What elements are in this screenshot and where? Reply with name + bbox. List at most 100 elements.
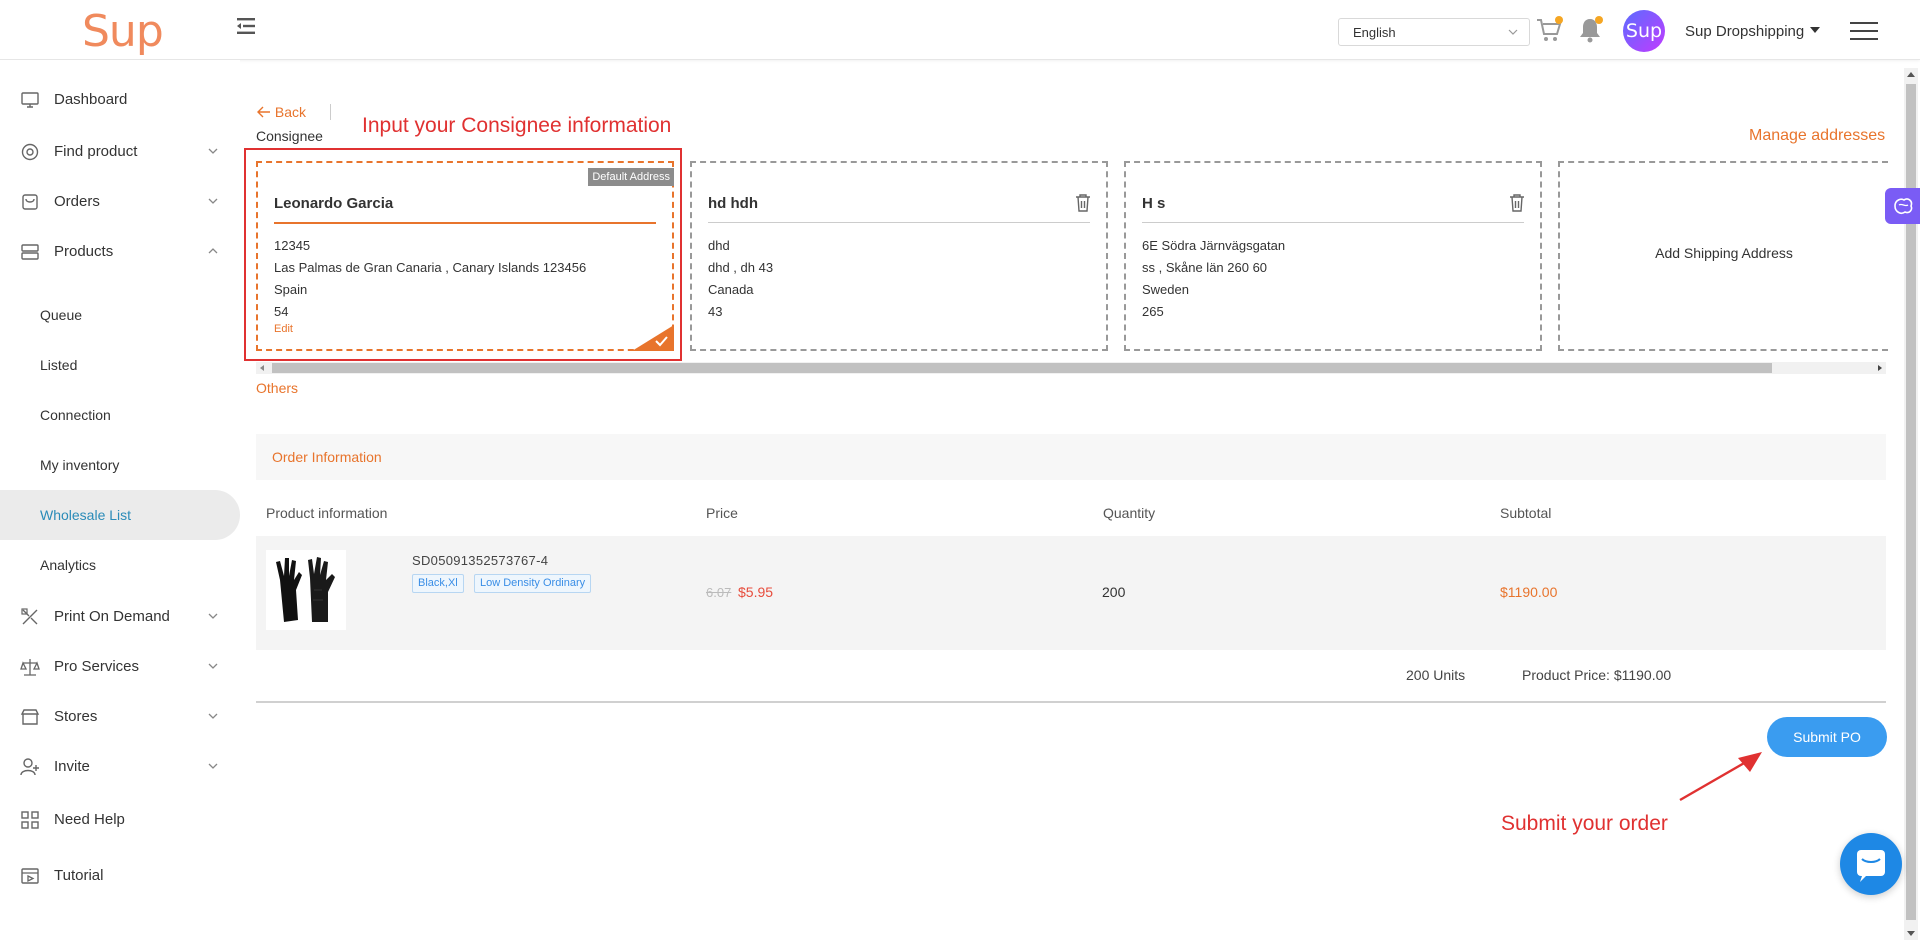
- address-lines: 6E Södra Järnvägsgatan ss , Skåne län 26…: [1142, 238, 1286, 319]
- video-icon: [21, 868, 39, 884]
- column-header-product: Product information: [266, 505, 388, 521]
- add-shipping-address-label: Add Shipping Address: [1655, 245, 1793, 261]
- logo[interactable]: Sup: [82, 6, 164, 57]
- sidebar-item-tutorial[interactable]: Tutorial: [0, 854, 240, 898]
- sidebar-item-find-product[interactable]: Find product: [0, 130, 240, 174]
- chevron-down-icon: [208, 613, 218, 619]
- variant-tag: Low Density Ordinary: [474, 574, 592, 593]
- annotation-consignee: Input your Consignee information: [362, 114, 672, 137]
- address-lines: dhd dhd , dh 43 Canada 43: [708, 238, 774, 319]
- total-units: 200 Units: [1406, 667, 1466, 683]
- subtotal-value: $1190.00: [1500, 584, 1558, 600]
- trash-icon[interactable]: [1508, 193, 1526, 213]
- sidebar-subitem-listed[interactable]: Listed: [0, 340, 240, 390]
- hamburger-menu-icon[interactable]: [1850, 22, 1878, 42]
- sidebar-subitem-queue[interactable]: Queue: [0, 290, 240, 340]
- arrow-left-icon: [257, 106, 270, 118]
- sidebar-item-stores[interactable]: Stores: [0, 695, 240, 739]
- scrollbar-thumb[interactable]: [272, 363, 1772, 373]
- annotation-arrow-icon: [1679, 752, 1762, 802]
- scroll-down-icon[interactable]: [1907, 931, 1915, 936]
- address-divider: [708, 222, 1090, 223]
- sidebar-item-print-on-demand[interactable]: Print On Demand: [0, 595, 240, 639]
- sidebar-subitem-analytics[interactable]: Analytics: [0, 540, 240, 590]
- scroll-up-icon[interactable]: [1907, 72, 1915, 77]
- address-card[interactable]: H s 6E Södra Järnvägsgatan ss , Skåne lä…: [1124, 161, 1542, 351]
- chevron-down-icon: [208, 713, 218, 719]
- product-price-total: Product Price: $1190.00: [1522, 667, 1672, 683]
- chevron-down-icon: [208, 663, 218, 669]
- sidebar-item-dashboard[interactable]: Dashboard: [0, 78, 240, 122]
- avatar[interactable]: Sup: [1623, 10, 1665, 52]
- variant-tag: Black,Xl: [412, 574, 464, 593]
- selected-check-icon: [632, 325, 674, 351]
- chevron-up-icon: [208, 248, 218, 254]
- address-lines: 12345 Las Palmas de Gran Canaria , Canar…: [274, 238, 587, 319]
- notification-button[interactable]: [1577, 16, 1607, 46]
- scroll-right-icon[interactable]: [1878, 365, 1882, 371]
- sidebar: Dashboard Find product Orders Products Q…: [0, 60, 240, 945]
- consignee-label: Consignee: [256, 128, 323, 144]
- cart-notification-dot: [1555, 16, 1563, 24]
- box-icon: [21, 244, 39, 260]
- sidebar-subitem-my-inventory[interactable]: My inventory: [0, 440, 240, 490]
- default-address-badge: Default Address: [588, 168, 674, 186]
- cart-button[interactable]: [1535, 16, 1565, 46]
- divider: [330, 104, 331, 120]
- address-card[interactable]: hd hdh dhd dhd , dh 43 Canada 43: [690, 161, 1108, 351]
- top-header: Sup English Sup Sup Dropshipping: [0, 0, 1920, 60]
- address-name: hd hdh: [708, 195, 758, 212]
- quantity-value: 200: [1102, 584, 1126, 600]
- address-divider: [1142, 222, 1524, 223]
- back-link[interactable]: Back: [257, 104, 306, 120]
- user-add-icon: [20, 758, 39, 776]
- address-name: H s: [1142, 195, 1166, 212]
- user-menu[interactable]: Sup Dropshipping: [1685, 23, 1821, 40]
- side-widget-tab[interactable]: [1885, 188, 1920, 224]
- column-header-price: Price: [706, 505, 738, 521]
- address-name: Leonardo Garcia: [274, 195, 394, 212]
- chevron-down-icon: [208, 148, 218, 154]
- divider: [256, 701, 1886, 703]
- chat-widget-button[interactable]: [1840, 833, 1902, 895]
- bag-icon: [22, 194, 38, 210]
- original-price: 6.07: [706, 585, 732, 600]
- search-icon: [21, 143, 39, 161]
- chevron-down-icon: [208, 763, 218, 769]
- edit-address-link[interactable]: Edit: [274, 323, 293, 335]
- chat-icon: [1857, 850, 1885, 882]
- collapse-menu-icon[interactable]: [234, 14, 258, 38]
- brush-icon: [21, 608, 38, 625]
- scroll-left-icon[interactable]: [260, 365, 264, 371]
- user-name: Sup Dropshipping: [1685, 23, 1805, 40]
- sidebar-subitem-wholesale-list[interactable]: Wholesale List: [0, 490, 240, 540]
- annotation-submit: Submit your order: [1501, 812, 1668, 835]
- sidebar-item-orders[interactable]: Orders: [0, 180, 240, 224]
- address-card-default[interactable]: Default Address Leonardo Garcia 12345 La…: [256, 161, 674, 351]
- language-select[interactable]: English: [1338, 18, 1530, 46]
- column-header-quantity: Quantity: [1103, 505, 1156, 521]
- sidebar-item-need-help[interactable]: Need Help: [0, 798, 240, 842]
- language-value: English: [1353, 25, 1396, 40]
- add-shipping-address-card[interactable]: Add Shipping Address: [1558, 161, 1888, 351]
- unit-price: $5.95: [738, 584, 774, 600]
- sidebar-item-products[interactable]: Products: [0, 230, 240, 274]
- address-horizontal-scrollbar[interactable]: [256, 362, 1886, 374]
- sidebar-subitem-connection[interactable]: Connection: [0, 390, 240, 440]
- monitor-icon: [21, 92, 39, 108]
- caret-down-icon: [1810, 27, 1821, 33]
- scale-icon: [20, 659, 40, 676]
- trash-icon[interactable]: [1074, 193, 1092, 213]
- product-image[interactable]: [266, 550, 346, 630]
- others-link[interactable]: Others: [256, 380, 298, 396]
- product-sku: SD05091352573767-4: [412, 553, 549, 568]
- table-row: SD05091352573767-4 Black,Xl Low Density …: [256, 536, 1886, 650]
- chevron-down-icon: [208, 198, 218, 204]
- grid-icon: [21, 811, 39, 829]
- address-divider: [274, 222, 656, 224]
- gloves-icon: [276, 557, 335, 622]
- manage-addresses-link[interactable]: Manage addresses: [1749, 127, 1885, 145]
- sidebar-item-pro-services[interactable]: Pro Services: [0, 645, 240, 689]
- sidebar-item-invite[interactable]: Invite: [0, 745, 240, 789]
- submit-po-button[interactable]: Submit PO: [1767, 717, 1887, 757]
